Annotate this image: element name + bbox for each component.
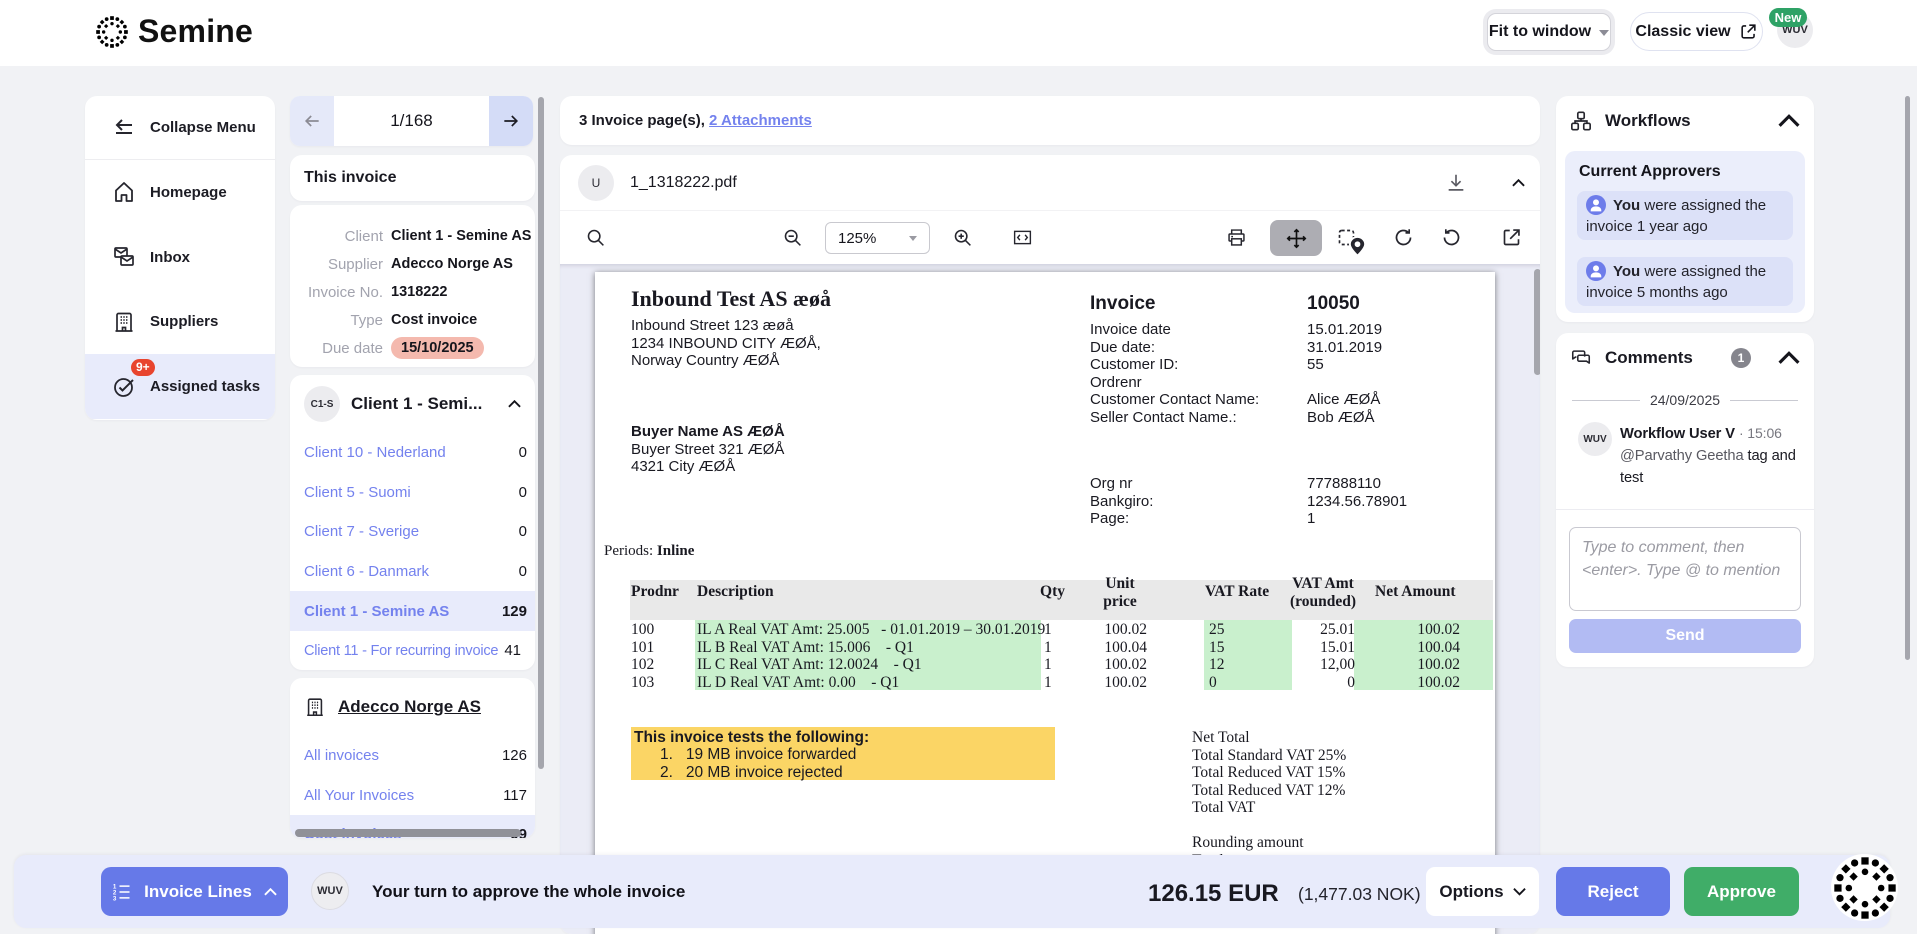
svg-text:3: 3 — [113, 895, 117, 902]
